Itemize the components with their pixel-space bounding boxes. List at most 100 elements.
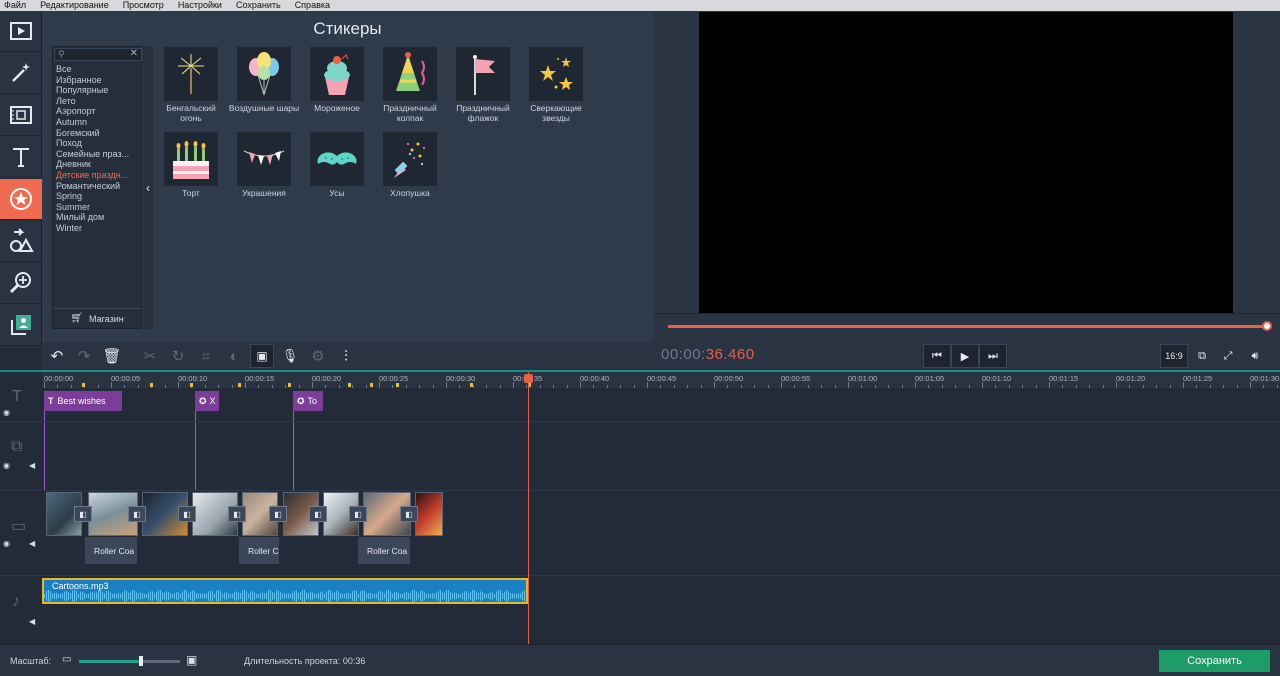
sticker-ice-cream[interactable]: Мороженое — [301, 47, 373, 113]
sticker-cake[interactable]: Торт — [155, 132, 227, 198]
category-item[interactable]: Избранное — [56, 75, 142, 86]
audio-clip[interactable]: Cartoons.mp3 — [42, 578, 528, 604]
color-adjust-button[interactable]: ◐ — [222, 344, 246, 368]
menu-file[interactable]: Файл — [4, 0, 26, 11]
waveform-bar — [136, 592, 137, 600]
timeline-ruler[interactable]: 00:00:00 00:00:05 00:00:10 00:00:15 00:00:20… — [42, 372, 1280, 388]
skip-back-button[interactable]: ⏮︎ — [923, 344, 951, 368]
sticker-party-hat[interactable]: Праздничный колпак — [374, 47, 446, 123]
transition-marker[interactable]: ◧ — [349, 506, 367, 522]
sticker-popper[interactable]: Хлопушка — [374, 132, 446, 198]
save-button[interactable]: Сохранить — [1159, 650, 1270, 672]
zoom-out-icon[interactable]: ▭ — [62, 654, 71, 665]
zoom-slider[interactable] — [79, 660, 180, 663]
skip-forward-button[interactable]: ⏭︎ — [979, 344, 1007, 368]
menu-edit[interactable]: Редактирование — [40, 0, 109, 11]
category-item[interactable]: Милый дом — [56, 212, 142, 223]
category-item[interactable]: Summer — [56, 202, 142, 213]
sticker-mustache[interactable]: Усы — [301, 132, 373, 198]
category-item-selected[interactable]: Детские праздн... — [56, 170, 142, 181]
clip-settings-button[interactable]: ⚙ — [306, 344, 330, 368]
playhead-handle[interactable] — [524, 374, 533, 383]
speaker-icon[interactable]: ◀ — [29, 461, 35, 470]
equalizer-button[interactable]: ⫶ — [334, 344, 358, 368]
volume-button[interactable]: 🔊︎ — [1242, 344, 1268, 368]
delete-button[interactable]: 🗑︎ — [100, 344, 124, 368]
transition-marker[interactable]: ◧ — [128, 506, 146, 522]
category-item[interactable]: Поход — [56, 138, 142, 149]
filters-tool[interactable] — [0, 53, 42, 94]
category-search-input[interactable]: ⚲ ✕ — [54, 48, 142, 61]
title-clip[interactable]: T Best wishes — [44, 391, 122, 411]
category-item[interactable]: Spring — [56, 191, 142, 202]
clear-search-icon[interactable]: ✕ — [130, 48, 138, 59]
menu-view[interactable]: Просмотр — [123, 0, 164, 11]
category-item[interactable]: Богемский — [56, 128, 142, 139]
title-clip[interactable]: ✪ X — [195, 391, 219, 411]
more-tools[interactable] — [0, 305, 42, 346]
cut-button[interactable]: ✂ — [138, 344, 162, 368]
sticker-stars[interactable]: Сверкающие звезды — [520, 47, 592, 123]
detach-preview-button[interactable]: ⧉ — [1189, 344, 1215, 368]
video-preview[interactable] — [699, 12, 1233, 313]
waveform-bar — [236, 591, 237, 601]
sticker-garland[interactable]: Украшения — [228, 132, 300, 198]
menu-help[interactable]: Справка — [295, 0, 330, 11]
title-clip[interactable]: ✪ To — [293, 391, 323, 411]
category-item[interactable]: Лето — [56, 96, 142, 107]
zoom-tool[interactable] — [0, 263, 42, 304]
eye-icon[interactable]: ◉ — [3, 461, 10, 470]
scrub-track[interactable] — [668, 325, 1266, 328]
video-clip-label[interactable]: Roller C — [239, 537, 279, 564]
speaker-icon[interactable]: ◀ — [29, 617, 35, 626]
play-button[interactable]: ▶ — [951, 344, 979, 368]
sticker-balloons[interactable]: Воздушные шары — [228, 47, 300, 113]
rotate-button[interactable]: ↻ — [166, 344, 190, 368]
category-item[interactable]: Популярные — [56, 85, 142, 96]
video-clip-label[interactable]: Roller Coa — [85, 537, 137, 564]
menu-export[interactable]: Сохранить — [236, 0, 281, 11]
sticker-sparkler[interactable]: Бенгальский огонь — [155, 47, 227, 123]
transition-marker[interactable]: ◧ — [228, 506, 246, 522]
speaker-icon[interactable]: ◀ — [29, 539, 35, 548]
store-button[interactable]: 🛒︎ Магазин — [53, 308, 141, 328]
category-item[interactable]: Дневник — [56, 159, 142, 170]
undo-button[interactable]: ↶ — [45, 344, 69, 368]
waveform-bar — [380, 590, 381, 602]
collapse-panel-button[interactable]: ‹ — [143, 46, 153, 329]
titles-tool[interactable] — [0, 137, 42, 178]
category-item[interactable]: Winter — [56, 223, 142, 234]
transitions-tool[interactable] — [0, 95, 42, 136]
transition-marker[interactable]: ◧ — [400, 506, 418, 522]
transition-marker[interactable]: ◧ — [269, 506, 287, 522]
category-item[interactable]: Семейные праз... — [56, 149, 142, 160]
waveform-bar — [482, 591, 483, 601]
eye-icon[interactable]: ◉ — [3, 408, 10, 417]
playhead[interactable] — [528, 372, 529, 644]
fullscreen-button[interactable]: ⤢ — [1215, 344, 1241, 368]
transition-marker[interactable]: ◧ — [178, 506, 196, 522]
zoom-handle[interactable] — [139, 656, 143, 666]
category-item[interactable]: Романтический — [56, 181, 142, 192]
transition-marker[interactable]: ◧ — [309, 506, 327, 522]
category-item[interactable]: Аэропорт — [56, 106, 142, 117]
image-button[interactable]: ▣ — [250, 344, 274, 368]
menu-settings[interactable]: Настройки — [178, 0, 222, 11]
category-item[interactable]: Autumn — [56, 117, 142, 128]
aspect-ratio-button[interactable]: 16:9 — [1160, 344, 1188, 368]
zoom-in-icon[interactable]: ▣ — [186, 653, 197, 667]
transition-marker[interactable]: ◧ — [74, 506, 92, 522]
sticker-flag[interactable]: Праздничный флажок — [447, 47, 519, 123]
record-voice-button[interactable]: 🎙︎ — [278, 344, 302, 368]
waveform-bar — [246, 591, 247, 601]
import-tool[interactable] — [0, 11, 42, 52]
shapes-tool[interactable] — [0, 221, 42, 262]
eye-icon[interactable]: ◉ — [3, 539, 10, 548]
video-clip[interactable] — [415, 492, 443, 536]
crop-button[interactable]: ⌗ — [194, 344, 218, 368]
scrub-handle[interactable] — [1262, 321, 1272, 331]
category-item[interactable]: Все — [56, 64, 142, 75]
video-clip-label[interactable]: Roller Coa — [358, 537, 410, 564]
redo-button[interactable]: ↷ — [72, 344, 96, 368]
stickers-tool[interactable] — [0, 179, 42, 220]
